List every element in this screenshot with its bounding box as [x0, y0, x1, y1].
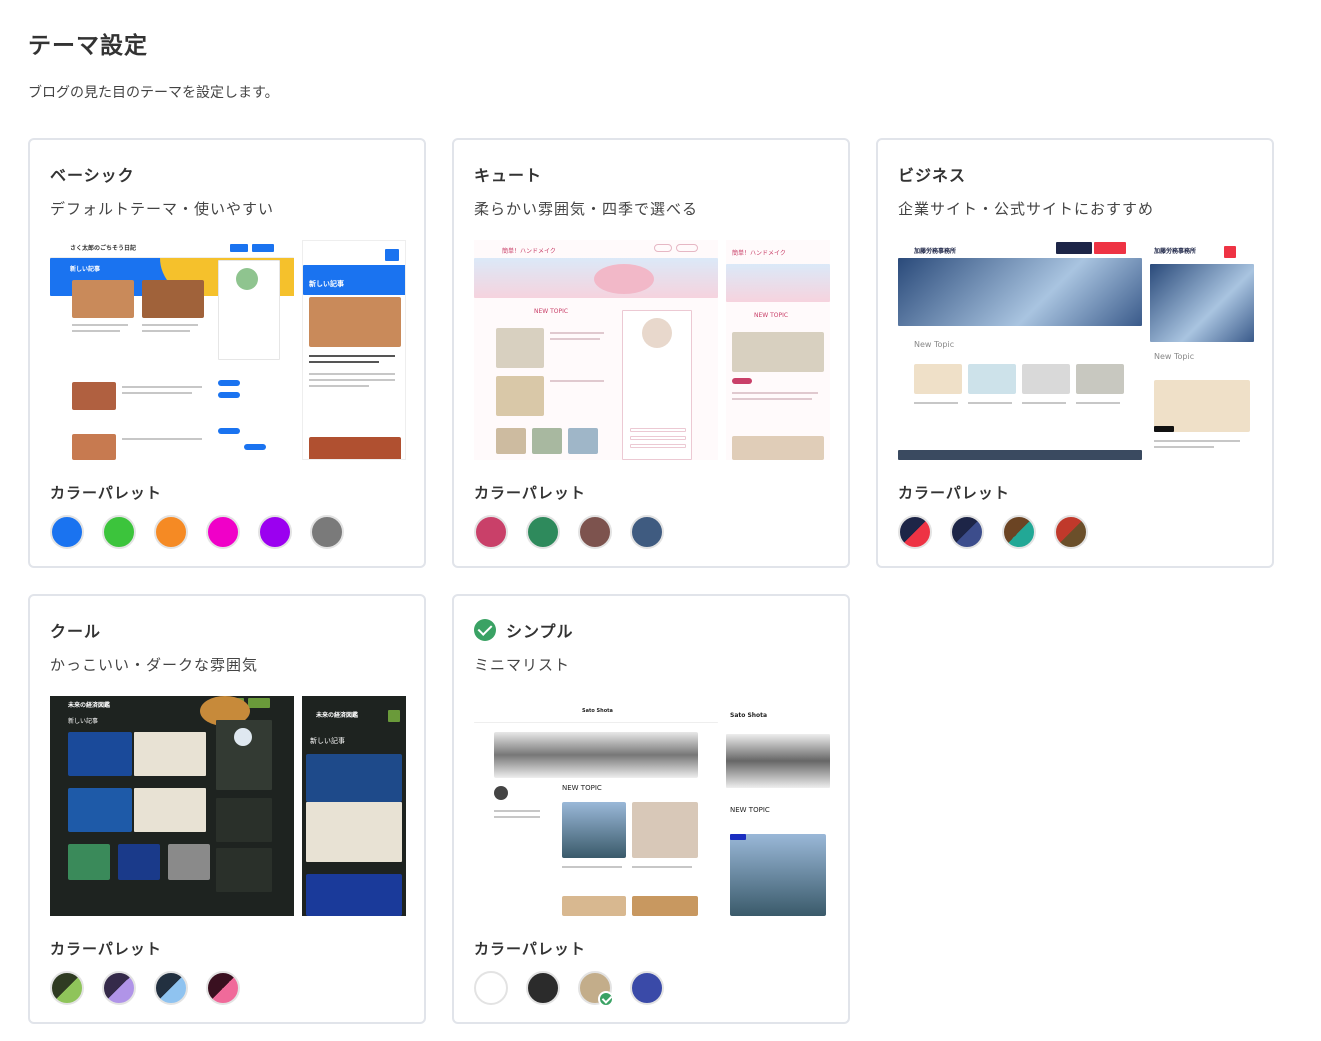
theme-description: かっこいい・ダークな雰囲気	[50, 656, 259, 674]
theme-preview-basic: さく太郎のごちそう日記 新しい記事 新しい記事	[50, 240, 406, 460]
preview-site-title-mobile: 未来の経済図鑑	[316, 712, 359, 719]
theme-description: デフォルトテーマ・使いやすい	[50, 200, 275, 218]
theme-card-basic[interactable]: ベーシック デフォルトテーマ・使いやすい さく太郎のごちそう日記 新しい記事 新…	[28, 138, 426, 568]
palette-label: カラーパレット	[898, 484, 1010, 502]
color-swatch[interactable]	[206, 515, 240, 549]
theme-preview-business: 加藤労務事務所 New Topic 加藤労務事務所 New Topic	[898, 240, 1254, 460]
theme-description: 柔らかい雰囲気・四季で選べる	[474, 200, 699, 218]
color-swatch[interactable]	[578, 971, 614, 1007]
preview-mobile-section: 新しい記事	[310, 737, 345, 745]
preview-site-title-mobile: 簡単！ハンドメイク	[732, 250, 786, 257]
theme-settings-page: テーマ設定 ブログの見た目のテーマを設定します。 ベーシック デフォルトテーマ・…	[0, 0, 1321, 1041]
color-swatch[interactable]	[578, 515, 612, 549]
theme-description: ミニマリスト	[474, 656, 571, 674]
color-swatch[interactable]	[206, 971, 240, 1005]
theme-card-cute[interactable]: キュート 柔らかい雰囲気・四季で選べる 簡単！ハンドメイク NEW TOPIC	[452, 138, 850, 568]
color-swatch[interactable]	[154, 515, 188, 549]
preview-site-title-mobile: Sato Shota	[730, 712, 768, 719]
selected-swatch-check-icon	[598, 991, 614, 1007]
preview-site-title: Sato Shota	[582, 708, 613, 714]
color-swatch[interactable]	[1002, 515, 1036, 549]
selected-check-icon	[474, 619, 496, 641]
preview-site-title-mobile: 加藤労務事務所	[1154, 248, 1197, 255]
preview-section: NEW TOPIC	[562, 784, 602, 792]
theme-title-row: シンプル	[474, 618, 574, 642]
color-swatch[interactable]	[102, 971, 136, 1005]
color-palette	[50, 515, 344, 549]
preview-site-title: 未来の経済図鑑	[68, 702, 111, 709]
theme-name: シンプル	[506, 622, 574, 641]
palette-label: カラーパレット	[50, 484, 162, 502]
color-swatch[interactable]	[102, 515, 136, 549]
preview-mobile-section: New Topic	[1154, 352, 1195, 361]
theme-name: ベーシック	[50, 166, 135, 185]
theme-card-business[interactable]: ビジネス 企業サイト・公式サイトにおすすめ 加藤労務事務所 New Topic	[876, 138, 1274, 568]
preview-site-title: 簡単！ハンドメイク	[502, 248, 556, 255]
theme-preview-cool: 未来の経済図鑑 新しい記事 未来の経済図鑑 新しい記事	[50, 696, 406, 916]
theme-name: クール	[50, 622, 102, 641]
color-swatch[interactable]	[630, 515, 664, 549]
theme-name: キュート	[474, 166, 543, 185]
preview-site-title: 加藤労務事務所	[914, 248, 957, 255]
color-swatch[interactable]	[310, 515, 344, 549]
theme-preview-cute: 簡単！ハンドメイク NEW TOPIC 簡単！ハンドメイク NEW TOPIC	[474, 240, 830, 460]
color-swatch[interactable]	[526, 971, 560, 1005]
color-swatch[interactable]	[898, 515, 932, 549]
preview-section: 新しい記事	[70, 266, 101, 273]
color-swatch[interactable]	[950, 515, 984, 549]
theme-description: 企業サイト・公式サイトにおすすめ	[898, 200, 1155, 218]
color-swatch[interactable]	[630, 971, 664, 1005]
color-swatch[interactable]	[154, 971, 188, 1005]
color-swatch[interactable]	[1054, 515, 1088, 549]
palette-label: カラーパレット	[50, 940, 162, 958]
theme-name: ビジネス	[898, 166, 967, 185]
preview-site-title: さく太郎のごちそう日記	[70, 245, 137, 252]
theme-card-cool[interactable]: クール かっこいい・ダークな雰囲気 未来の経済図鑑 新しい記事 未来の経済図鑑 …	[28, 594, 426, 1024]
preview-mobile-section: NEW TOPIC	[754, 312, 789, 319]
color-swatch[interactable]	[50, 971, 84, 1005]
color-swatch[interactable]	[258, 515, 292, 549]
palette-label: カラーパレット	[474, 940, 586, 958]
preview-section: NEW TOPIC	[534, 308, 569, 315]
preview-mobile-section: NEW TOPIC	[730, 806, 770, 814]
color-palette	[474, 515, 664, 549]
page-description: ブログの見た目のテーマを設定します。	[28, 85, 279, 101]
page-title: テーマ設定	[28, 33, 148, 59]
theme-preview-simple: Sato Shota NEW TOPIC Sato Shota NEW TOPI…	[474, 696, 830, 916]
color-swatch[interactable]	[526, 515, 560, 549]
color-swatch[interactable]	[474, 515, 508, 549]
preview-mobile-section: 新しい記事	[309, 280, 344, 288]
color-palette	[474, 971, 664, 1007]
color-palette	[50, 971, 240, 1005]
color-swatch[interactable]	[50, 515, 84, 549]
palette-label: カラーパレット	[474, 484, 586, 502]
preview-section: 新しい記事	[68, 718, 99, 725]
color-swatch[interactable]	[474, 971, 508, 1005]
color-palette	[898, 515, 1088, 549]
theme-card-simple[interactable]: シンプル ミニマリスト Sato Shota NEW TOPIC Sato Sh…	[452, 594, 850, 1024]
preview-section: New Topic	[914, 340, 955, 349]
